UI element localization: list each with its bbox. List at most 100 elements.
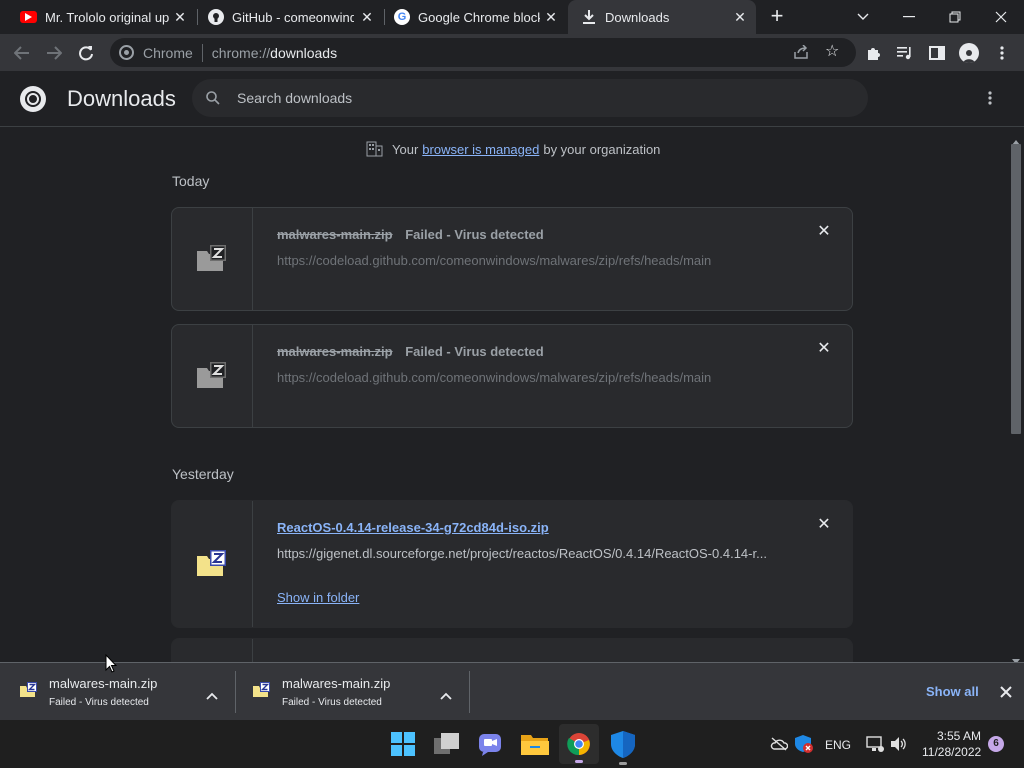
scrollbar[interactable]: [1008, 128, 1024, 664]
reload-icon[interactable]: [71, 38, 101, 68]
search-placeholder: Search downloads: [237, 90, 353, 106]
zip-file-icon: [196, 245, 228, 273]
side-panel-icon[interactable]: [922, 38, 952, 68]
close-shelf-icon[interactable]: [1000, 685, 1012, 703]
managed-suffix: by your organization: [543, 141, 661, 157]
shelf-download-item[interactable]: malwares-main.zip Failed - Virus detecte…: [236, 663, 470, 721]
close-window-icon[interactable]: [978, 0, 1024, 34]
file-icon-area: [172, 501, 253, 627]
chevron-up-icon[interactable]: [206, 687, 218, 705]
tab-google[interactable]: G Google Chrome blocks ✕: [385, 0, 567, 34]
remove-download-icon[interactable]: ✕: [816, 341, 832, 357]
profile-avatar-icon[interactable]: [954, 38, 984, 68]
media-controls-icon[interactable]: [890, 38, 920, 68]
tab-title: Google Chrome blocks: [418, 9, 540, 25]
shelf-separator: [469, 671, 470, 713]
tab-close-icon[interactable]: ✕: [359, 9, 375, 25]
clock-date[interactable]: 11/28/2022: [922, 745, 981, 759]
remove-download-icon[interactable]: ✕: [816, 224, 832, 240]
tab-search-icon[interactable]: [840, 0, 886, 34]
shelf-status: Failed - Virus detected: [49, 697, 149, 708]
mouse-cursor-icon: [105, 653, 118, 678]
download-item: [171, 638, 853, 662]
download-filename-row: malwares-main.zip Failed - Virus detecte…: [277, 227, 544, 242]
tab-close-icon[interactable]: ✕: [172, 9, 188, 25]
url-prefix: chrome://: [211, 44, 271, 61]
share-icon[interactable]: [793, 44, 809, 62]
tab-close-icon[interactable]: ✕: [732, 9, 748, 25]
download-shelf: malwares-main.zip Failed - Virus detecte…: [0, 653, 1024, 721]
managed-link[interactable]: browser is managed: [422, 142, 539, 157]
forward-icon[interactable]: [39, 38, 69, 68]
more-actions-icon[interactable]: [983, 91, 997, 107]
minimize-icon[interactable]: [886, 0, 932, 34]
managed-notice: Your browser is managed by your organiza…: [366, 141, 660, 157]
show-all-button[interactable]: Show all: [926, 684, 979, 699]
teams-chat-icon[interactable]: [478, 732, 502, 761]
download-item: malwares-main.zip Failed - Virus detecte…: [171, 324, 853, 428]
language-indicator[interactable]: ENG: [825, 738, 851, 752]
shelf-filename: malwares-main.zip: [282, 676, 391, 691]
tab-github[interactable]: GitHub - comeonwindo ✕: [198, 0, 383, 34]
google-icon: G: [394, 9, 410, 25]
zip-file-icon: [196, 362, 228, 390]
tab-title: Downloads: [605, 9, 670, 25]
onedrive-offline-icon[interactable]: [770, 737, 789, 756]
chrome-logo-icon: [119, 45, 134, 60]
tab-close-icon[interactable]: ✕: [543, 9, 559, 25]
back-icon[interactable]: [7, 38, 37, 68]
section-yesterday: Yesterday: [172, 466, 234, 482]
windows-security-icon[interactable]: [611, 731, 635, 765]
show-in-folder-link[interactable]: Show in folder: [277, 590, 359, 605]
zip-file-icon: [253, 682, 271, 703]
restore-icon[interactable]: [932, 0, 978, 34]
chevron-up-icon[interactable]: [440, 687, 452, 705]
search-icon: [205, 90, 221, 106]
downloads-toolbar: Downloads Search downloads: [0, 71, 1024, 127]
shelf-filename: malwares-main.zip: [49, 676, 158, 691]
download-icon: [582, 10, 596, 24]
network-icon[interactable]: [866, 736, 884, 757]
github-icon: [208, 9, 224, 25]
download-url: https://gigenet.dl.sourceforge.net/proje…: [277, 546, 767, 561]
file-icon-area: [172, 208, 253, 310]
volume-icon[interactable]: [890, 736, 908, 757]
shelf-download-item[interactable]: malwares-main.zip Failed - Virus detecte…: [0, 663, 236, 721]
new-tab-icon[interactable]: +: [765, 5, 789, 29]
file-explorer-icon[interactable]: [521, 733, 549, 760]
address-bar[interactable]: Chrome chrome:// downloads ☆: [110, 38, 856, 67]
site-label: Chrome: [143, 44, 193, 61]
toolbar: Chrome chrome:// downloads ☆: [0, 34, 1024, 71]
download-filename-row: malwares-main.zip Failed - Virus detecte…: [277, 344, 544, 359]
managed-prefix: Your: [392, 141, 419, 157]
shelf-status: Failed - Virus detected: [282, 697, 382, 708]
omnibox-separator: [201, 43, 203, 62]
scrollbar-thumb[interactable]: [1011, 144, 1021, 434]
clock-time[interactable]: 3:55 AM: [937, 729, 981, 743]
download-item: malwares-main.zip Failed - Virus detecte…: [171, 207, 853, 311]
tab-youtube[interactable]: Mr. Trololo original upl ✕: [8, 0, 196, 34]
building-icon: [366, 141, 383, 157]
tab-downloads[interactable]: Downloads ✕: [568, 0, 756, 34]
download-filename-link[interactable]: ReactOS-0.4.14-release-34-g72cd84d-iso.z…: [277, 520, 549, 535]
section-today: Today: [172, 173, 210, 189]
remove-download-icon[interactable]: ✕: [816, 517, 832, 533]
chrome-taskbar-icon[interactable]: [559, 724, 599, 764]
task-view-icon[interactable]: [434, 733, 460, 760]
extensions-icon[interactable]: [858, 38, 888, 68]
chrome-menu-icon[interactable]: [987, 38, 1017, 68]
windows-start-icon[interactable]: [391, 732, 415, 761]
zip-file-icon: [196, 550, 228, 578]
download-item: ReactOS-0.4.14-release-34-g72cd84d-iso.z…: [171, 500, 853, 628]
tab-strip: Mr. Trololo original upl ✕ GitHub - come…: [0, 0, 1024, 34]
youtube-icon: [20, 11, 37, 23]
security-alert-icon[interactable]: [795, 735, 813, 758]
bookmark-star-icon[interactable]: ☆: [825, 44, 839, 60]
page-title: Downloads: [67, 86, 176, 111]
tab-title: GitHub - comeonwindo: [232, 9, 354, 25]
file-icon-area: [172, 639, 253, 662]
notification-badge[interactable]: 6: [988, 736, 1004, 752]
file-icon-area: [172, 325, 253, 427]
search-downloads-field[interactable]: Search downloads: [192, 79, 868, 117]
download-status: Failed - Virus detected: [405, 227, 544, 242]
